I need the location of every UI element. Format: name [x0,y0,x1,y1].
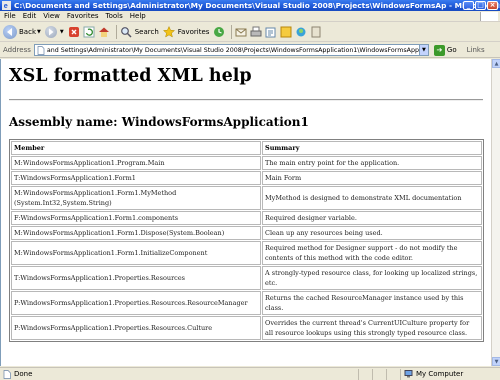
summary-cell: Returns the cached ResourceManager insta… [262,291,482,315]
computer-icon [404,370,413,378]
menu-tools[interactable]: Tools [106,12,123,20]
member-cell: P:WindowsFormsApplication1.Properties.Re… [11,291,261,315]
edit-icon[interactable] [265,26,277,38]
toolbar: Back ▼ ▼ Search Favorites [0,23,500,42]
summary-cell: Required designer variable. [262,211,482,225]
page-icon [37,45,45,55]
home-icon[interactable] [98,26,110,38]
search-button[interactable]: Search [120,26,159,38]
members-table: Member Summary M:WindowsFormsApplication… [9,139,484,342]
mail-icon[interactable] [235,26,247,38]
minimize-button[interactable]: _ [463,1,474,10]
address-dropdown-icon[interactable]: ▼ [418,45,428,55]
links-button[interactable]: Links [467,46,485,54]
chevron-down-icon: ▼ [37,29,41,35]
window-title: C:\Documents and Settings\Administrator\… [14,1,500,10]
title-bar: e C:\Documents and Settings\Administrato… [0,0,500,11]
zone-label: My Computer [416,370,464,378]
maximize-button[interactable]: □ [475,1,486,10]
table-row: P:WindowsFormsApplication1.Properties.Re… [11,291,482,315]
summary-cell: Overrides the current thread's CurrentUI… [262,316,482,340]
toolbar-separator [115,25,117,39]
member-cell: F:WindowsFormsApplication1.Form1.compone… [11,211,261,225]
horizontal-rule [9,99,483,101]
page-content: XSL formatted XML help Assembly name: Wi… [0,59,491,366]
table-row: M:WindowsFormsApplication1.Form1.Dispose… [11,226,482,240]
favorites-button[interactable]: Favorites [162,26,210,38]
summary-cell: Clean up any resources being used. [262,226,482,240]
menu-bar: File Edit View Favorites Tools Help [0,11,500,22]
back-arrow-icon [3,25,17,39]
toolbar-separator [231,25,233,39]
menu-help[interactable]: Help [130,12,146,20]
menu-edit[interactable]: Edit [23,12,37,20]
security-zone: My Computer [400,368,500,380]
column-header-summary: Summary [262,141,482,155]
summary-cell: Main Form [262,171,482,185]
favorites-star-icon [162,26,175,38]
summary-cell: The main entry point for the application… [262,156,482,170]
refresh-icon[interactable] [83,26,95,38]
windows-flag-icon [480,12,498,21]
table-row: T:WindowsFormsApplication1.Form1 Main For… [11,171,482,185]
table-row: T:WindowsFormsApplication1.Properties.Re… [11,266,482,290]
svg-text:e: e [4,1,8,10]
menu-view[interactable]: View [43,12,60,20]
vertical-scrollbar[interactable]: ▲ ▼ [491,59,500,366]
go-arrow-icon: ➔ [433,44,445,56]
table-row: M:WindowsFormsApplication1.Program.Main T… [11,156,482,170]
go-label: Go [446,46,457,54]
back-button[interactable]: Back ▼ [3,25,41,39]
member-cell: T:WindowsFormsApplication1.Properties.Re… [11,266,261,290]
status-pane [358,368,372,380]
menu-favorites[interactable]: Favorites [67,12,99,20]
page-heading: XSL formatted XML help [9,66,252,86]
member-cell: M:WindowsFormsApplication1.Form1.Dispose… [11,226,261,240]
search-icon [120,27,132,38]
address-label: Address [3,46,31,54]
forward-arrow-icon [44,26,57,38]
member-cell: T:WindowsFormsApplication1.Form1 [11,171,261,185]
summary-cell: MyMethod is designed to demonstrate XML … [262,186,482,210]
discuss-icon[interactable] [280,26,292,38]
favorites-label: Favorites [177,28,210,36]
table-header-row: Member Summary [11,141,482,155]
scroll-up-icon[interactable]: ▲ [492,59,500,68]
go-button[interactable]: ➔ Go [433,44,457,56]
search-label: Search [134,28,159,36]
address-value: and Settings\Administrator\My Documents\… [46,46,419,54]
research-icon[interactable] [310,26,322,38]
print-icon[interactable] [250,26,262,38]
column-header-member: Member [11,141,261,155]
summary-cell: Required method for Designer support - d… [262,241,482,265]
menu-file[interactable]: File [4,12,16,20]
assembly-heading: Assembly name: WindowsFormsApplication1 [9,115,309,129]
scroll-down-icon[interactable]: ▼ [492,357,500,366]
table-row: M:WindowsFormsApplication1.Form1.Initial… [11,241,482,265]
status-pane [386,368,400,380]
status-bar: Done My Computer [0,367,500,380]
member-cell: M:WindowsFormsApplication1.Form1.Initial… [11,241,261,265]
address-input[interactable]: and Settings\Administrator\My Documents\… [33,44,429,56]
back-label: Back [19,28,36,36]
stop-icon[interactable] [68,26,80,38]
table-row: F:WindowsFormsApplication1.Form1.compone… [11,211,482,225]
history-icon[interactable] [213,26,225,38]
chevron-down-icon: ▼ [59,29,64,35]
close-button[interactable]: × [487,1,498,10]
member-cell: M:WindowsFormsApplication1.Program.Main [11,156,261,170]
ie-icon: e [2,1,11,10]
status-pane [372,368,386,380]
member-cell: M:WindowsFormsApplication1.Form1.MyMetho… [11,186,261,210]
table-row: M:WindowsFormsApplication1.Form1.MyMetho… [11,186,482,210]
forward-button[interactable]: ▼ [44,26,64,38]
page-done-icon [3,369,11,379]
table-row: P:WindowsFormsApplication1.Properties.Re… [11,316,482,340]
summary-cell: A strongly-typed resource class, for loo… [262,266,482,290]
member-cell: P:WindowsFormsApplication1.Properties.Re… [11,316,261,340]
status-text: Done [14,370,33,378]
address-bar: Address and Settings\Administrator\My Do… [0,43,500,58]
messenger-icon[interactable] [295,26,307,38]
